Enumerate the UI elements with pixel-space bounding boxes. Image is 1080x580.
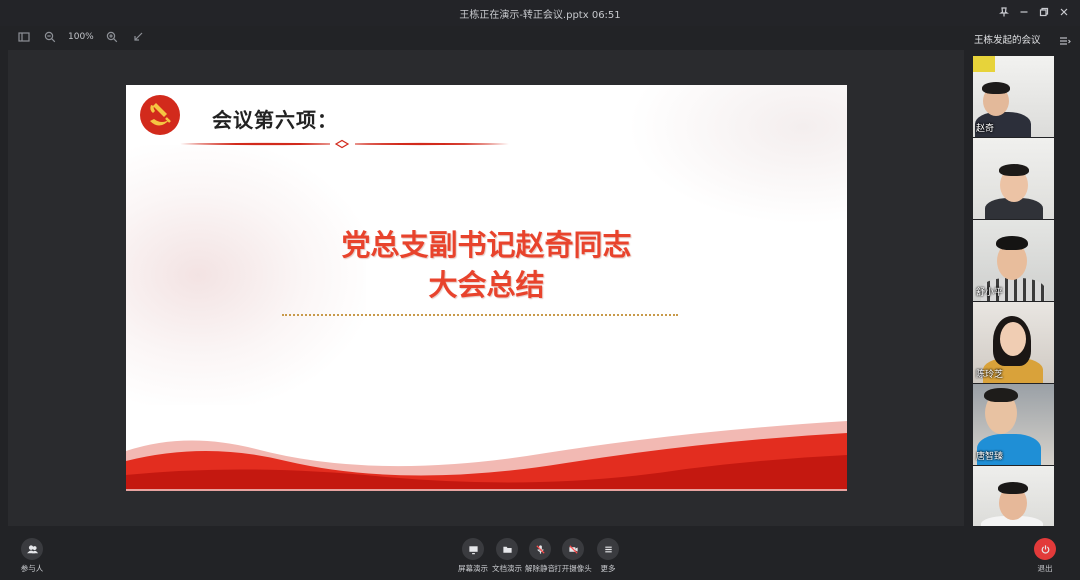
menu-icon [597,538,619,560]
video-tile[interactable]: 陈玲芝 [973,302,1054,383]
red-wave-decoration [126,421,847,491]
participants-label: 参与人 [20,564,44,573]
video-tile[interactable] [973,466,1054,526]
minimize-icon[interactable] [1016,3,1032,21]
more-label: 更多 [600,564,616,573]
mic-muted-icon [529,538,551,560]
video-tile[interactable] [973,138,1054,219]
participant-name: 舒小平 [976,288,1004,298]
power-icon [1034,538,1056,560]
screen-share-icon [462,538,484,560]
close-icon[interactable] [1056,3,1072,21]
participant-name: 唐智臻 [976,452,1004,462]
slide: 会议第六项： 党总支副书记赵奇同志 大会总结 [126,85,847,491]
exit-label: 退出 [1037,564,1053,573]
zoom-in-icon[interactable] [104,29,120,45]
control-bar: 参与人 屏幕演示 文档演示 解除静音 打开摄像头 更多 退出 [0,530,1080,580]
heading-divider [180,139,510,149]
dotted-divider [282,314,678,316]
slide-corner-decoration [627,85,847,225]
zoom-out-icon[interactable] [42,29,58,45]
thumbnail-panel-icon[interactable] [16,29,32,45]
collapse-list-icon[interactable] [1059,32,1071,45]
slide-main-text: 党总支副书记赵奇同志 大会总结 [126,225,847,305]
presentation-toolbar: 100% [0,26,965,48]
party-emblem-icon [140,95,180,135]
pin-icon[interactable] [996,3,1012,21]
participant-name: 赵奇 [976,124,995,134]
slide-main-line-2: 大会总结 [428,268,545,302]
video-tile[interactable]: 唐智臻 [973,384,1054,465]
slide-main-line-1: 党总支副书记赵奇同志 [341,228,632,262]
window-title: 王栋正在演示-转正会议.pptx 06:51 [459,9,621,21]
zoom-level: 100% [68,32,94,42]
meeting-title: 王栋发起的会议 [974,35,1041,46]
title-bar: 王栋正在演示-转正会议.pptx 06:51 [0,0,1080,26]
participants-sidebar: 王栋发起的会议 赵奇 舒小平 陈玲芝 唐智臻 [965,26,1080,530]
camera-off-icon [562,538,584,560]
participants-button[interactable]: 参与人 [10,538,54,574]
presentation-stage: 会议第六项： 党总支副书记赵奇同志 大会总结 [8,50,964,526]
screen-share-label: 屏幕演示 [458,564,488,573]
more-button[interactable]: 更多 [586,538,630,574]
meeting-app: 王栋正在演示-转正会议.pptx 06:51 100% 会议第六项： 党总支副书… [0,0,1080,580]
restore-icon[interactable] [1036,3,1052,21]
video-tiles: 赵奇 舒小平 陈玲芝 唐智臻 [973,56,1054,527]
participant-name: 陈玲芝 [976,370,1004,380]
video-tile[interactable]: 赵奇 [973,56,1054,137]
shrink-icon[interactable] [130,29,146,45]
slide-heading: 会议第六项： [212,108,338,132]
video-tile[interactable]: 舒小平 [973,220,1054,301]
window-controls [996,3,1072,21]
folder-icon [496,538,518,560]
exit-button[interactable]: 退出 [1023,538,1067,574]
participants-icon [21,538,43,560]
